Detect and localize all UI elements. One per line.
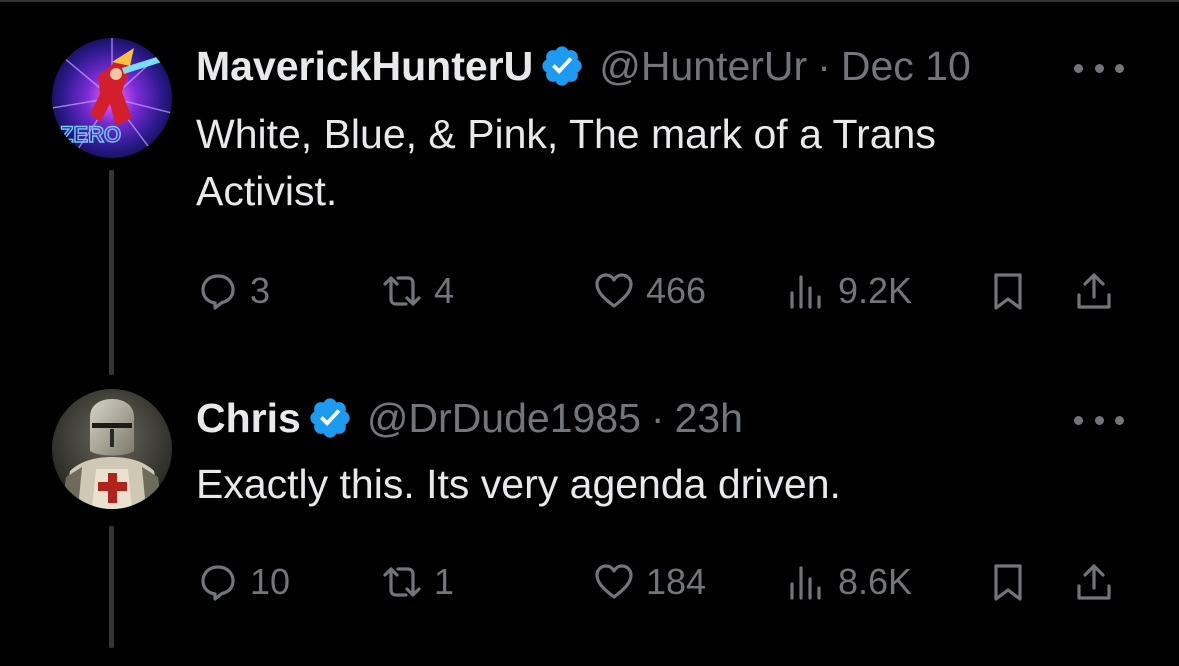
display-name[interactable]: MaverickHunterU <box>196 43 533 90</box>
views-count: 8.6K <box>838 561 913 602</box>
like-count: 184 <box>646 561 707 602</box>
tweet-text-line: Exactly this. Its very agenda driven. <box>196 461 841 507</box>
retweet-button[interactable]: 4 <box>382 266 454 316</box>
retweet-count: 1 <box>434 561 455 602</box>
views-count: 9.2K <box>838 270 913 311</box>
like-button[interactable]: 466 <box>594 266 706 316</box>
separator-dot: · <box>650 394 665 441</box>
separator-dot: · <box>817 42 831 89</box>
avatar[interactable]: ZERO <box>52 38 172 158</box>
share-button[interactable] <box>1074 557 1114 607</box>
avatar-image: ZERO <box>52 38 172 158</box>
avatar-image <box>52 389 172 509</box>
handle[interactable]: @HunterUr <box>599 43 807 90</box>
tweet-header: Chris @DrDude1985 · 23h <box>196 390 743 446</box>
views-button[interactable]: 8.6K <box>786 557 912 607</box>
share-button[interactable] <box>1074 266 1114 316</box>
verified-badge-icon[interactable] <box>539 43 585 89</box>
bookmark-icon <box>994 273 1022 310</box>
tweet-text: White, Blue, & Pink, The mark of a Trans… <box>196 106 1096 220</box>
more-horizontal-icon[interactable] <box>1074 410 1124 430</box>
tweet-text: Exactly this. Its very agenda driven. <box>196 456 1096 513</box>
reply-button[interactable]: 3 <box>198 266 270 316</box>
handle[interactable]: @DrDude1985 <box>367 395 641 442</box>
reply-bubble-icon <box>201 274 235 310</box>
retweet-button[interactable]: 1 <box>382 557 454 607</box>
retweet-count: 4 <box>434 270 455 311</box>
more-horizontal-icon[interactable] <box>1074 58 1124 78</box>
reply-count: 10 <box>250 561 291 602</box>
share-upload-icon <box>1077 564 1111 600</box>
like-button[interactable]: 184 <box>594 557 706 607</box>
views-button[interactable]: 9.2K <box>786 266 912 316</box>
heart-icon <box>595 273 633 308</box>
action-bar: 10 1 184 8.6K <box>0 557 1179 607</box>
tweet-text-line: Activist. <box>196 168 338 214</box>
retweet-icon <box>383 567 421 597</box>
bookmark-icon <box>994 564 1022 601</box>
tweet[interactable]: Chris @DrDude1985 · 23h Exactly this. It… <box>0 360 1179 666</box>
bookmark-button[interactable] <box>988 266 1028 316</box>
views-bar-chart-icon <box>790 275 821 309</box>
display-name[interactable]: Chris <box>196 395 301 442</box>
timestamp[interactable]: Dec 10 <box>841 43 971 90</box>
reply-count: 3 <box>250 270 271 311</box>
heart-icon <box>595 564 633 599</box>
tweet-header: MaverickHunterU @HunterUr · Dec 10 <box>196 38 971 94</box>
timestamp[interactable]: 23h <box>675 395 743 442</box>
verified-badge-icon[interactable] <box>307 395 353 441</box>
share-upload-icon <box>1077 273 1111 309</box>
svg-text:ZERO: ZERO <box>60 122 121 147</box>
action-bar: 3 4 466 9.2K <box>0 266 1179 316</box>
tweet[interactable]: ZERO MaverickHunterU @HunterUr · Dec 10 … <box>0 0 1179 375</box>
reply-bubble-icon <box>201 565 235 601</box>
avatar[interactable] <box>52 389 172 509</box>
retweet-icon <box>383 276 421 306</box>
bookmark-button[interactable] <box>988 557 1028 607</box>
views-bar-chart-icon <box>790 566 821 600</box>
tweet-text-line: White, Blue, & Pink, The mark of a Trans <box>196 111 936 157</box>
like-count: 466 <box>646 270 707 311</box>
reply-button[interactable]: 10 <box>198 557 290 607</box>
